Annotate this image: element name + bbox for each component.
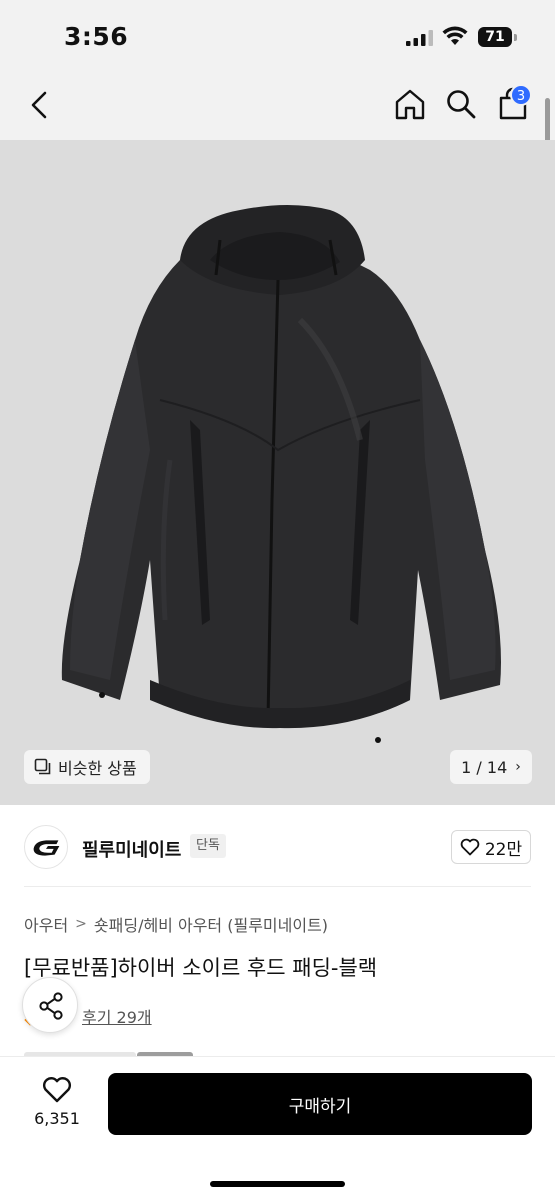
image-page-counter[interactable]: 1 / 14 › [450,750,532,784]
chevron-right-icon: > [75,916,87,932]
top-nav-bar [0,70,555,140]
chevron-right-icon: › [515,759,521,775]
wishlist-count: 6,351 [34,1109,80,1128]
bottom-action-bar: 6,351 구매하기 [0,1056,555,1200]
cellular-signal-icon [406,30,433,46]
wifi-icon [442,26,468,45]
brand-like-count: 22만 [484,839,523,860]
cart-count-badge: 3 [510,84,532,106]
brand-name[interactable]: 필루미네이트 [82,836,181,862]
divider [24,886,531,887]
wishlist-heart-icon[interactable] [42,1076,72,1104]
breadcrumb-item-outer[interactable]: 아우터 [24,912,68,936]
reviews-link[interactable]: 후기 29개 [82,1004,152,1028]
similar-items-icon [34,758,51,775]
brand-row: 필루미네이트 단독 22만 [0,805,555,887]
product-title: [무료반품]하이버 소이르 후드 패딩-블랙 [24,956,378,980]
brand-logo[interactable] [24,825,68,869]
product-image-gallery[interactable]: 비슷한 상품 1 / 14 › [0,140,555,805]
battery-level: 71 [478,27,512,47]
similar-products-label: 비슷한 상품 [58,759,137,778]
page-counter-text: 1 / 14 [461,757,508,777]
share-icon [39,992,63,1020]
status-time: 3:56 [64,22,129,51]
share-button[interactable] [22,977,78,1033]
breadcrumb: 아우터 > 숏패딩/헤비 아우터 (필루미네이트) [24,912,328,936]
home-indicator [210,1181,345,1187]
breadcrumb-item-short-padding[interactable]: 숏패딩/헤비 아우터 (필루미네이트) [94,912,328,936]
back-icon[interactable] [26,90,54,120]
similar-products-button[interactable]: 비슷한 상품 [24,750,150,784]
exclusive-badge: 단독 [190,834,226,858]
buy-button[interactable]: 구매하기 [108,1073,532,1135]
product-image-black-puffer-jacket [61,205,502,743]
status-bar: 3:56 71 [0,0,555,70]
battery-icon: 71 [478,27,518,47]
brand-like-button[interactable]: 22만 [451,830,531,864]
product-detail-page: 3:56 71 3 비슷한 상품 1 / 14 › 필루미네이트 단독 22만 … [0,0,555,1200]
heart-icon [460,838,480,856]
search-icon[interactable] [445,88,477,120]
home-icon[interactable] [393,87,427,121]
